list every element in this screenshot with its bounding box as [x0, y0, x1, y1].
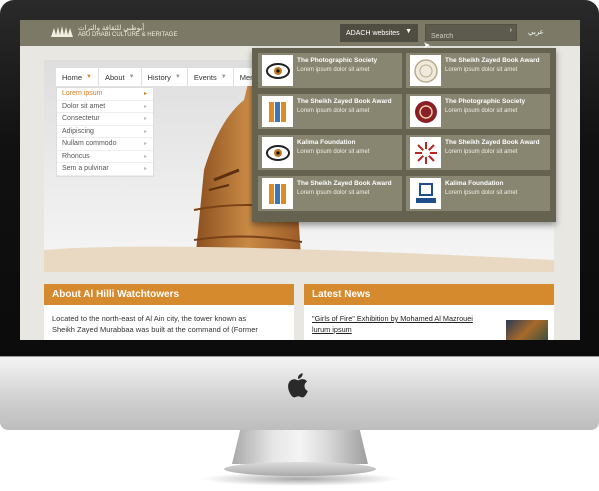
red-seal-icon	[410, 96, 441, 127]
submenu-item[interactable]: Adipiscing ▸	[57, 126, 153, 138]
eye-icon	[262, 137, 293, 168]
site-tile-title: The Sheikh Zayed Book Award	[297, 180, 392, 187]
adach-websites-dropdown: The Photographic Society Lorem ipsum dolo…	[252, 48, 556, 222]
chevron-right-icon: ▸	[143, 166, 147, 173]
nav-history-label: History	[147, 72, 171, 82]
chevron-right-icon: ▸	[143, 91, 147, 98]
site-tile-title: Kalima Foundation	[297, 139, 356, 146]
seal-icon	[410, 55, 441, 86]
search-go-icon[interactable]: ›	[510, 27, 512, 34]
nav-dropdown-icon: ▼	[86, 74, 92, 80]
top-bar: أبوظبي للثقافة والتراث ABU DHABI CULTURE…	[20, 20, 580, 46]
eye-icon	[262, 55, 293, 86]
chevron-right-icon: ▸	[143, 103, 147, 110]
site-tile-desc: Lorem ipsum dolor sit amet	[445, 108, 518, 114]
site-tile[interactable]: The Sheikh Zayed Book Award Lorem ipsum d…	[258, 94, 402, 129]
about-title: About Al Hilli Watchtowers	[44, 284, 294, 305]
site-tile-desc: Lorem ipsum dolor sit amet	[297, 108, 370, 114]
site-tile-desc: Lorem ipsum dolor sit amet	[297, 190, 370, 196]
submenu-label: Consectetur	[62, 115, 100, 123]
site-tile[interactable]: Kalima Foundation Lorem ipsum dolor sit a…	[258, 135, 402, 170]
news-title: Latest News	[304, 284, 554, 305]
language-switch[interactable]: عربي	[528, 28, 544, 36]
apple-logo-icon	[288, 373, 308, 398]
adach-websites-button[interactable]: ADACH websites ▼	[340, 24, 418, 42]
submenu-label: Dolor sit amet	[62, 102, 106, 110]
submenu-label: Adipiscing	[62, 127, 94, 135]
chevron-right-icon: ▸	[143, 141, 147, 148]
about-panel: About Al Hilli Watchtowers Located to th…	[44, 284, 294, 340]
kalima-icon	[410, 178, 441, 209]
site-tile[interactable]: The Photographic Society Lorem ipsum dolo…	[406, 94, 550, 129]
submenu-item[interactable]: Nullam commodo ▸	[57, 138, 153, 151]
site-tile-title: The Photographic Society	[445, 98, 526, 105]
imac-frame: أبوظبي للثقافة والتراث ABU DHABI CULTURE…	[0, 0, 599, 491]
caret-down-icon: ▼	[405, 28, 412, 35]
nav-history[interactable]: History ▼	[141, 68, 188, 86]
news-panel: Latest News "Girls of Fire" Exhibition b…	[304, 284, 554, 340]
site-tile[interactable]: Kalima Foundation Lorem ipsum dolor sit a…	[406, 176, 550, 211]
site-tile[interactable]: The Sheikh Zayed Book Award Lorem ipsum d…	[258, 176, 402, 211]
site-tile-title: Kalima Foundation	[445, 180, 504, 187]
mouse-cursor-icon: ➤	[423, 40, 431, 50]
site-tile-desc: Lorem ipsum dolor sit amet	[445, 67, 518, 73]
nav-home-label: Home	[62, 72, 83, 82]
site-tile-title: The Sheikh Zayed Book Award	[297, 98, 392, 105]
about-line: Located to the north-east of Al Ain city…	[52, 314, 247, 323]
book-award-icon	[262, 178, 293, 209]
chevron-right-icon: ▸	[143, 116, 147, 123]
home-submenu: Lorem ipsum ▸ Dolor sit amet ▸ Consectetur…	[56, 87, 154, 177]
nav-events[interactable]: Events ▼	[187, 68, 234, 86]
nav-dropdown-icon: ▼	[128, 74, 135, 80]
search-input[interactable]	[426, 29, 506, 44]
logo-text: أبوظبي للثقافة والتراث ABU DHABI CULTURE…	[78, 25, 177, 39]
site-tile-desc: Lorem ipsum dolor sit amet	[297, 149, 370, 155]
site-tile[interactable]: The Sheikh Zayed Book Award Lorem ipsum d…	[406, 135, 550, 170]
screen: أبوظبي للثقافة والتراث ABU DHABI CULTURE…	[20, 20, 580, 340]
site-tile-desc: Lorem ipsum dolor sit amet	[297, 67, 370, 73]
sunburst-icon	[410, 137, 441, 168]
site-tile-title: The Sheikh Zayed Book Award	[445, 139, 540, 146]
logo-mark-icon	[51, 26, 73, 37]
submenu-item[interactable]: Lorem ipsum ▸	[57, 88, 153, 101]
site-tile-desc: Lorem ipsum dolor sit amet	[445, 190, 518, 196]
submenu-label: Rhoncus	[62, 152, 90, 160]
nav-about-label: About	[104, 72, 125, 82]
about-body: Located to the north-east of Al Ain city…	[44, 305, 294, 335]
submenu-label: Sem a pulvinar	[62, 165, 109, 173]
submenu-label: Lorem ipsum	[62, 90, 103, 98]
news-thumbnail[interactable]	[506, 320, 548, 340]
submenu-item[interactable]: Dolor sit amet ▸	[57, 101, 153, 113]
site-tile-title: The Photographic Society	[297, 57, 378, 64]
submenu-item[interactable]: Sem a pulvinar ▸	[57, 163, 153, 176]
submenu-item[interactable]: Consectetur ▸	[57, 113, 153, 126]
nav-dropdown-icon: ▼	[220, 74, 227, 80]
site-tile-desc: Lorem ipsum dolor sit amet	[445, 149, 518, 155]
site-logo[interactable]: أبوظبي للثقافة والتراث ABU DHABI CULTURE…	[50, 25, 177, 39]
adach-websites-label: ADACH websites	[346, 29, 400, 37]
submenu-label: Nullam commodo	[62, 140, 117, 148]
search-box: ›	[425, 24, 517, 44]
chevron-right-icon: ▸	[143, 128, 147, 135]
book-award-icon	[262, 96, 293, 127]
site-tile[interactable]: The Sheikh Zayed Book Award Lorem ipsum d…	[406, 53, 550, 88]
submenu-item[interactable]: Rhoncus ▸	[57, 151, 153, 163]
nav-about[interactable]: About ▼	[98, 68, 142, 86]
logo-arabic: أبوظبي للثقافة والتراث	[78, 25, 145, 32]
about-line: Sheikh Zayed Murabbaa was built at the c…	[52, 325, 258, 334]
site-tile-title: The Sheikh Zayed Book Award	[445, 57, 540, 64]
monitor-foot	[224, 462, 376, 476]
nav-home[interactable]: Home ▼	[56, 68, 99, 86]
main-nav: Home ▼ About ▼ History ▼ Events ▼ Menu I	[56, 68, 270, 86]
nav-dropdown-icon: ▼	[174, 74, 181, 80]
logo-english: ABU DHABI CULTURE & HERITAGE	[78, 32, 178, 38]
nav-events-label: Events	[193, 72, 217, 82]
monitor-stand	[232, 430, 368, 464]
chevron-right-icon: ▸	[143, 153, 147, 160]
site-tile[interactable]: The Photographic Society Lorem ipsum dolo…	[258, 53, 402, 88]
